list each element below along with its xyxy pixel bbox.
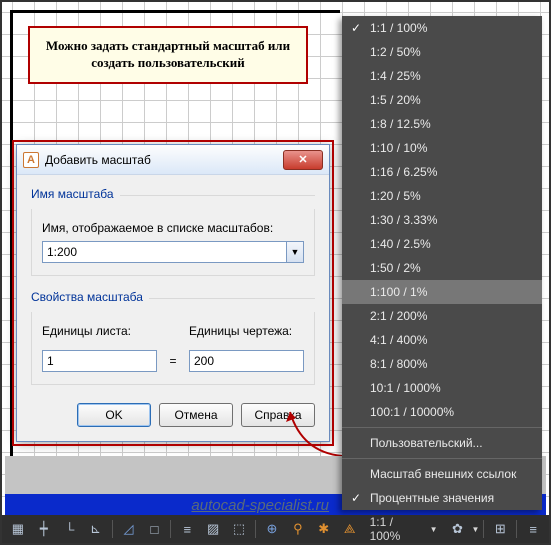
app-icon: A — [23, 152, 39, 168]
scale-selector[interactable]: 1:1 / 100% ▼ — [364, 515, 444, 543]
annotation-visibility-icon[interactable]: ✱ — [312, 518, 336, 540]
dialog-title: Добавить масштаб — [45, 153, 283, 167]
menu-percent-values[interactable]: Процентные значения — [342, 486, 542, 510]
scale-menu-item[interactable]: Пользовательский... — [342, 431, 542, 455]
scale-menu-item[interactable]: 1:1 / 100% — [342, 16, 542, 40]
cancel-button[interactable]: Отмена — [159, 403, 233, 427]
scale-menu-item[interactable]: 1:16 / 6.25% — [342, 160, 542, 184]
scale-menu-item[interactable]: 1:8 / 12.5% — [342, 112, 542, 136]
paper-units-label: Единицы листа: — [42, 324, 157, 338]
snap-mode-icon[interactable]: ┿ — [32, 518, 56, 540]
scale-name-group-label: Имя масштаба — [31, 187, 120, 201]
scale-menu-item[interactable]: 1:10 / 10% — [342, 136, 542, 160]
status-bar: ▦ ┿ └ ⊾ ◿ □ ≡ ▨ ⬚ ⊕ ⚲ ✱ ⟁ 1:1 / 100% ▼ ✿… — [2, 515, 549, 543]
workspace-switching-icon[interactable]: ✿ — [446, 518, 470, 540]
grid-display-icon[interactable]: ▦ — [6, 518, 30, 540]
annotation-scale-icon[interactable]: ⚲ — [286, 518, 310, 540]
scale-menu-item[interactable]: 1:40 / 2.5% — [342, 232, 542, 256]
add-scale-dialog: A Добавить масштаб ✕ Имя масштаба Имя, о… — [16, 144, 330, 442]
menu-separator — [342, 427, 542, 428]
scale-name-input[interactable] — [42, 241, 286, 263]
ortho-mode-icon[interactable]: └ — [58, 518, 82, 540]
scale-menu-item[interactable]: 1:5 / 20% — [342, 88, 542, 112]
scale-context-menu: 1:1 / 100%1:2 / 50%1:4 / 25%1:5 / 20%1:8… — [342, 16, 542, 510]
scale-menu-item[interactable]: 1:20 / 5% — [342, 184, 542, 208]
ok-button[interactable]: OK — [77, 403, 151, 427]
menu-separator — [342, 458, 542, 459]
separator — [483, 520, 484, 538]
chevron-down-icon: ▼ — [430, 525, 438, 534]
scale-menu-item[interactable]: 2:1 / 200% — [342, 304, 542, 328]
scale-menu-item[interactable]: 100:1 / 10000% — [342, 400, 542, 424]
scale-value: 1:1 / 100% — [370, 515, 427, 543]
annotation-callout: Можно задать стандартный масштаб или соз… — [28, 26, 308, 84]
paper-units-input[interactable] — [42, 350, 157, 372]
scale-name-dropdown-button[interactable]: ▼ — [286, 241, 304, 263]
selection-cycling-icon[interactable]: ⬚ — [227, 518, 251, 540]
close-icon: ✕ — [298, 153, 307, 166]
lock-ui-icon[interactable]: ⊞ — [488, 518, 512, 540]
equals-sign: = — [167, 354, 179, 368]
scale-menu-item[interactable]: 1:2 / 50% — [342, 40, 542, 64]
chevron-down-icon: ▼ — [291, 247, 300, 257]
scale-menu-item[interactable]: 4:1 / 400% — [342, 328, 542, 352]
watermark-url: autocad-specialist.ru — [191, 497, 329, 514]
object-snap-icon[interactable]: □ — [142, 518, 166, 540]
menu-xref-scale[interactable]: Масштаб внешних ссылок — [342, 462, 542, 486]
scale-props-group-label: Свойства масштаба — [31, 290, 149, 304]
separator — [170, 520, 171, 538]
help-button[interactable]: Справка — [241, 403, 315, 427]
dialog-titlebar[interactable]: A Добавить масштаб ✕ — [17, 145, 329, 175]
scale-menu-item[interactable]: 1:100 / 1% — [342, 280, 542, 304]
separator — [112, 520, 113, 538]
scale-menu-item[interactable]: 8:1 / 800% — [342, 352, 542, 376]
chevron-down-icon: ▼ — [471, 525, 479, 534]
customization-icon[interactable]: ≡ — [521, 518, 545, 540]
name-field-label: Имя, отображаемое в списке масштабов: — [42, 221, 304, 235]
scale-menu-item[interactable]: 1:50 / 2% — [342, 256, 542, 280]
separator — [516, 520, 517, 538]
transparency-icon[interactable]: ▨ — [201, 518, 225, 540]
close-button[interactable]: ✕ — [283, 150, 323, 170]
scale-menu-item[interactable]: 10:1 / 1000% — [342, 376, 542, 400]
scale-menu-item[interactable]: 1:30 / 3.33% — [342, 208, 542, 232]
autoscale-icon[interactable]: ⟁ — [338, 518, 362, 540]
isoplane-icon[interactable]: ◿ — [117, 518, 141, 540]
drawing-units-input[interactable] — [189, 350, 304, 372]
annotation-monitor-icon[interactable]: ⊕ — [260, 518, 284, 540]
polar-tracking-icon[interactable]: ⊾ — [84, 518, 108, 540]
drawing-units-label: Единицы чертежа: — [189, 324, 304, 338]
separator — [255, 520, 256, 538]
scale-menu-item[interactable]: 1:4 / 25% — [342, 64, 542, 88]
lineweight-icon[interactable]: ≡ — [175, 518, 199, 540]
annotation-text: Можно задать стандартный масштаб или соз… — [46, 38, 290, 70]
